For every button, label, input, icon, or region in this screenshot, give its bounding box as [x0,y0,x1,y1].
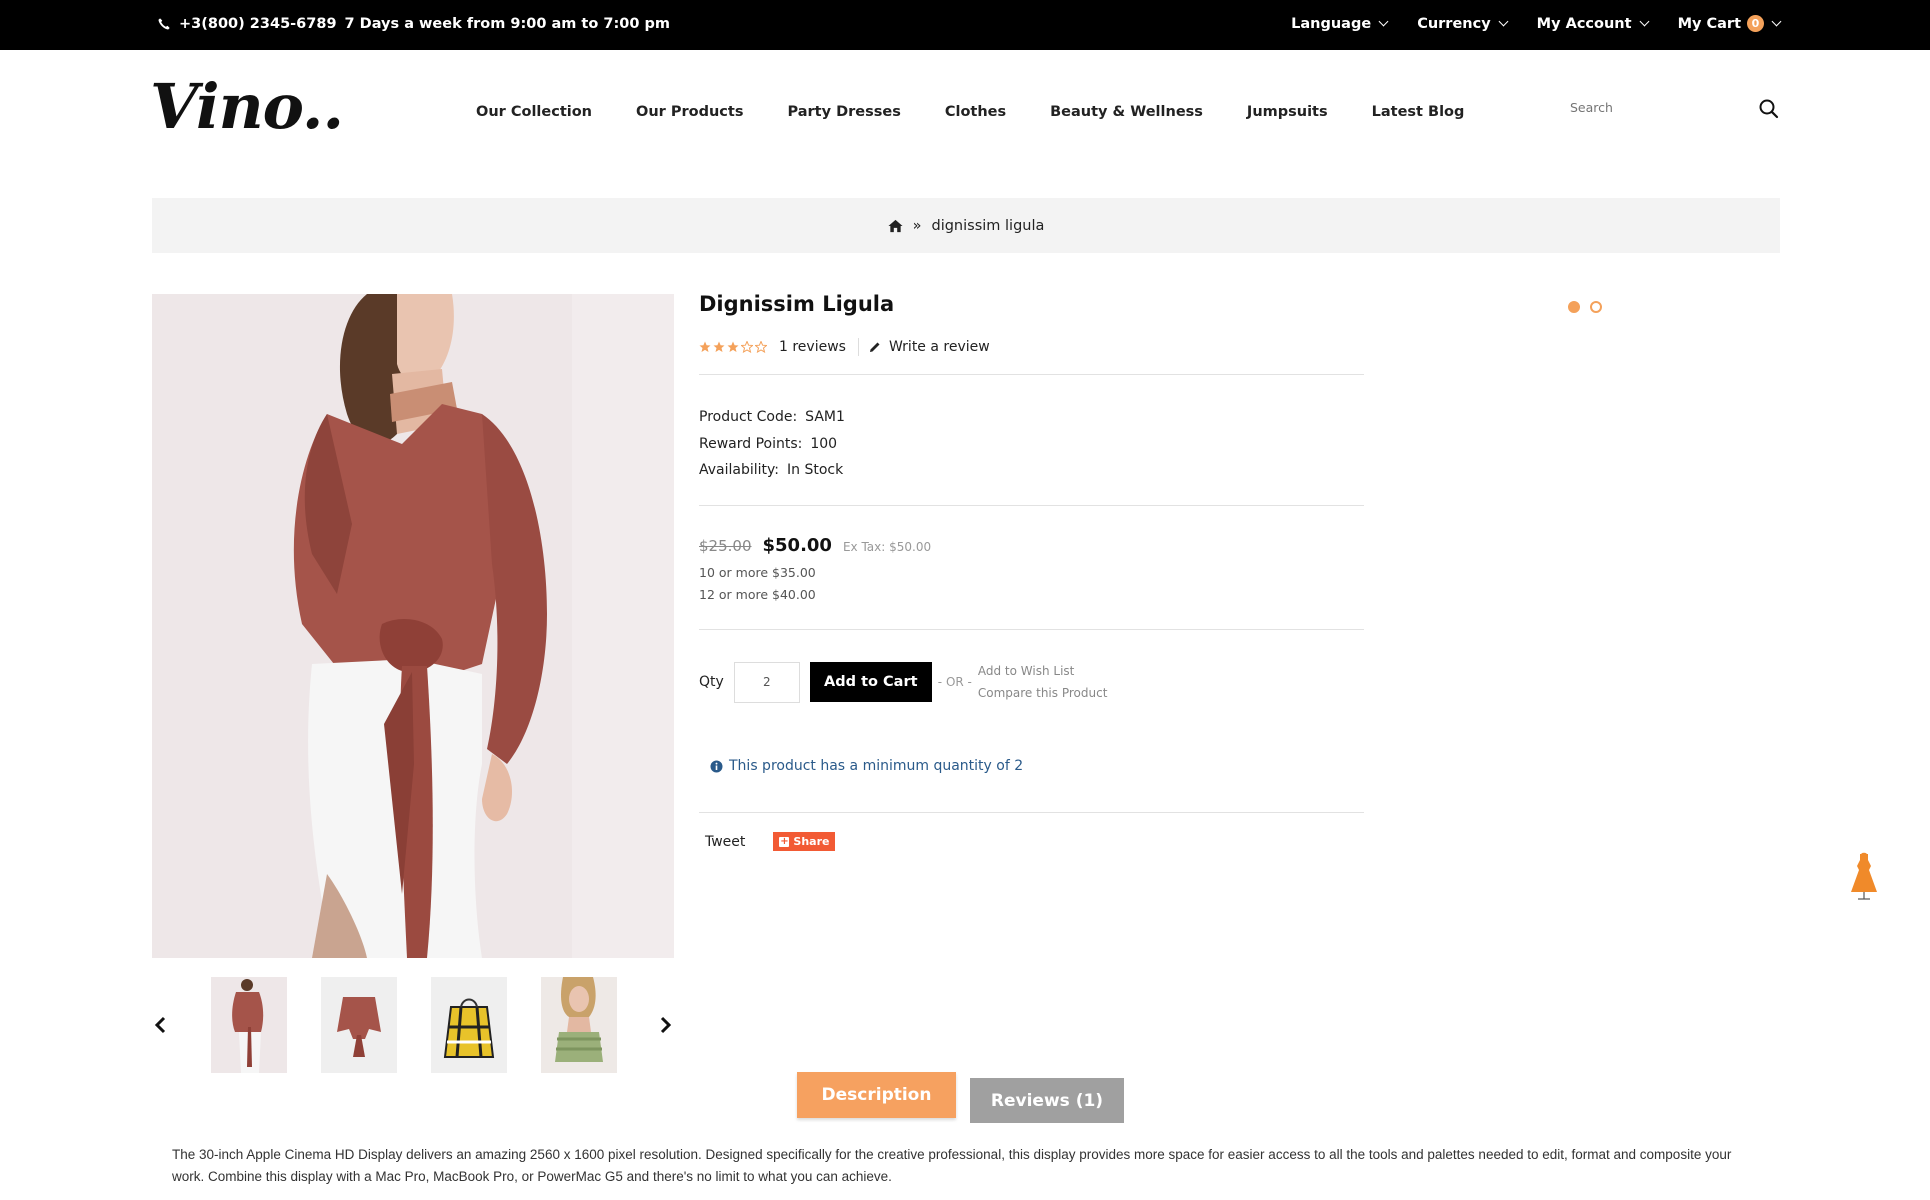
carousel-dot-1[interactable] [1568,301,1580,313]
add-to-cart-button[interactable]: Add to Cart [809,662,932,702]
my-cart-dropdown[interactable]: My Cart 0 [1677,15,1782,32]
add-to-cart-row: Qty Add to Cart - OR - Add to Wish List … [699,660,1107,704]
discount-line: 10 or more $35.00 [699,565,816,580]
product-description: The 30-inch Apple Cinema HD Display deli… [172,1147,1732,1184]
compare-product-link[interactable]: Compare this Product [978,682,1108,704]
star-filled-icon [713,341,725,352]
star-empty-icon [755,341,767,353]
ex-tax-price: Ex Tax: $50.00 [842,540,932,554]
currency-label: Currency [1417,15,1491,32]
wish-compare-links: Add to Wish List Compare this Product [978,660,1108,704]
spec-row-reward-points: Reward Points: 100 [699,435,838,452]
search-box [1560,96,1780,124]
spec-row-product-code: Product Code: SAM1 [699,409,845,425]
product-main-image[interactable] [152,294,674,958]
search-input[interactable] [1560,96,1730,119]
old-price: $25.00 [699,537,752,555]
chevron-down-icon [1498,16,1509,27]
chevron-left-icon[interactable] [152,1014,170,1036]
cart-count-badge: 0 [1747,15,1764,32]
divider [699,812,1364,813]
nav-item-our-products[interactable]: Our Products [636,104,743,120]
thumbnail-carousel [152,976,674,1074]
qty-label: Qty [699,674,724,690]
pencil-icon [869,342,880,352]
chevron-down-icon [1378,16,1389,27]
quantity-discounts: 10 or more $35.00 12 or more $40.00 [699,562,816,606]
discount-line: 12 or more $40.00 [699,587,816,602]
contact-info: +3(800) 2345-6789 7 Days a week from 9:0… [157,16,670,32]
minimum-quantity-text: This product has a minimum quantity of 2 [729,758,1024,774]
add-to-wishlist-link[interactable]: Add to Wish List [978,660,1108,682]
phone-number: +3(800) 2345-6789 [179,16,337,32]
current-price: $50.00 [762,535,832,556]
quantity-input[interactable] [733,661,800,703]
divider [699,374,1364,375]
reviews-count-link[interactable]: 1 reviews [779,339,846,355]
star-filled-icon [727,341,739,352]
plus-icon: + [779,835,790,847]
cart-label: My Cart [1677,15,1741,32]
site-logo[interactable]: Vino.. [150,70,344,143]
store-hours: 7 Days a week from 9:00 am to 7:00 pm [344,16,670,32]
star-filled-icon [699,341,711,352]
thumbnail-1[interactable] [211,977,287,1073]
rating-row: 1 reviews Write a review [699,338,990,356]
dress-icon[interactable] [1849,852,1879,902]
nav-item-jumpsuits[interactable]: Jumpsuits [1247,104,1328,120]
account-label: My Account [1536,15,1632,32]
info-icon [710,760,723,772]
star-empty-icon [741,341,753,353]
tab-description[interactable]: Description [797,1072,956,1118]
carousel-dot-2[interactable] [1590,301,1602,313]
write-review-link[interactable]: Write a review [869,339,990,355]
social-share-row: Tweet + Share [705,832,836,851]
nav-item-latest-blog[interactable]: Latest Blog [1372,104,1465,120]
breadcrumb: » dignissim ligula [152,198,1780,253]
tab-reviews[interactable]: Reviews (1) [970,1078,1124,1123]
nav-item-beauty-wellness[interactable]: Beauty & Wellness [1050,104,1203,120]
thumbnail-4[interactable] [541,977,617,1073]
my-account-dropdown[interactable]: My Account [1536,15,1650,32]
nav-item-clothes[interactable]: Clothes [945,104,1006,120]
language-label: Language [1291,15,1372,32]
minimum-quantity-notice: This product has a minimum quantity of 2 [710,758,1023,774]
price-row: $25.00 $50.00 Ex Tax: $50.00 [699,535,931,556]
carousel-dots [1568,301,1602,313]
language-dropdown[interactable]: Language [1291,15,1389,32]
home-icon[interactable] [888,219,903,233]
top-bar: +3(800) 2345-6789 7 Days a week from 9:0… [0,0,1930,50]
search-icon[interactable] [1758,98,1780,120]
currency-dropdown[interactable]: Currency [1417,15,1509,32]
write-review-label: Write a review [888,339,990,355]
divider [699,629,1364,630]
thumbnail-2[interactable] [321,977,397,1073]
product-photo [152,294,674,958]
product-specs: Product Code: SAM1 Reward Points: 100 Avai… [699,404,845,484]
star-rating [699,341,767,353]
main-nav: Our Collection Our Products Party Dresse… [476,104,1464,120]
divider [857,338,859,356]
spec-row-availability: Availability: In Stock [699,462,844,478]
or-separator: - OR - [937,675,972,689]
phone-icon [158,18,170,30]
product-title: Dignissim Ligula [699,292,895,316]
chevron-down-icon [1771,16,1782,27]
chevron-right-icon[interactable] [656,1014,674,1036]
nav-item-party-dresses[interactable]: Party Dresses [787,104,900,120]
breadcrumb-separator: » [912,217,922,234]
chevron-down-icon [1639,16,1650,27]
tweet-button[interactable]: Tweet [705,834,745,850]
breadcrumb-current[interactable]: dignissim ligula [931,218,1044,234]
share-button[interactable]: + Share [773,832,836,851]
share-label: Share [793,835,830,848]
divider [699,505,1364,506]
thumbnail-3[interactable] [431,977,507,1073]
nav-item-our-collection[interactable]: Our Collection [476,104,592,120]
